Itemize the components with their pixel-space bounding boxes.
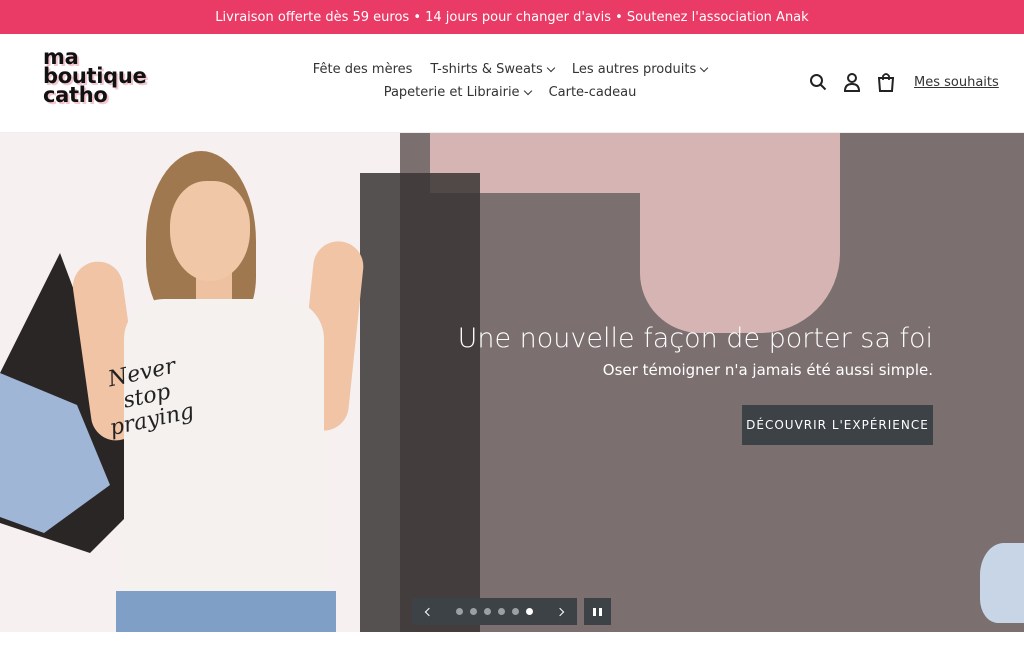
- announcement-bar: Livraison offerte dès 59 euros • 14 jour…: [0, 0, 1024, 34]
- nav-item-label: Papeterie et Librairie: [383, 85, 520, 100]
- announcement-text: Livraison offerte dès 59 euros • 14 jour…: [215, 9, 809, 25]
- slider-dot[interactable]: [498, 608, 505, 615]
- discover-button[interactable]: DÉCOUVRIR L'EXPÉRIENCE: [742, 405, 933, 445]
- nav-item-papeterie-librairie[interactable]: Papeterie et Librairie: [383, 85, 532, 100]
- model-jeans: [116, 591, 336, 632]
- slider-dots: [456, 608, 533, 615]
- main-nav: Fête des mères T-shirts & Sweats Les aut…: [300, 58, 720, 104]
- nav-row-1: Fête des mères T-shirts & Sweats Les aut…: [300, 58, 720, 81]
- chevron-left-icon[interactable]: [424, 607, 434, 617]
- chevron-down-icon: [699, 63, 709, 72]
- nav-item-carte-cadeau[interactable]: Carte-cadeau: [549, 85, 637, 100]
- model-tshirt: [124, 299, 324, 599]
- model-face: [170, 181, 250, 281]
- nav-item-fete-des-meres[interactable]: Fête des mères: [313, 62, 413, 77]
- slider-dot[interactable]: [512, 608, 519, 615]
- nav-row-2: Papeterie et Librairie Carte-cadeau: [300, 81, 720, 104]
- nav-item-tshirts-sweats[interactable]: T-shirts & Sweats: [430, 62, 556, 77]
- search-icon[interactable]: [808, 72, 828, 92]
- slider-dot[interactable]: [456, 608, 463, 615]
- logo-line-3: catho: [43, 83, 108, 107]
- hero-title: Une nouvelle façon de porter sa foi: [457, 323, 933, 354]
- slider-dot[interactable]: [484, 608, 491, 615]
- nav-item-label: Les autres produits: [571, 62, 697, 77]
- user-icon[interactable]: [842, 72, 862, 92]
- paint-shape-blue: [980, 543, 1024, 623]
- nav-item-label: Fête des mères: [312, 62, 413, 77]
- nav-item-autres-produits[interactable]: Les autres produits: [571, 62, 709, 77]
- slider-dot-active[interactable]: [526, 608, 533, 615]
- page-below-hero: [0, 632, 1024, 654]
- hero-subtitle: Oser témoigner n'a jamais été aussi simp…: [602, 361, 933, 379]
- wishlist-link[interactable]: Mes souhaits: [914, 75, 999, 90]
- nav-item-label: Carte-cadeau: [548, 85, 637, 100]
- shopping-bag-icon[interactable]: [876, 72, 896, 92]
- slider-controls: [412, 598, 577, 625]
- header-icons: Mes souhaits: [808, 72, 999, 92]
- hero-slideshow: Never stop praying Une nouvelle façon de…: [0, 133, 1024, 632]
- chevron-down-icon: [546, 63, 556, 72]
- nav-item-label: T-shirts & Sweats: [430, 62, 543, 77]
- pause-icon[interactable]: [584, 598, 611, 625]
- paint-stroke-pink: [640, 133, 840, 333]
- chevron-down-icon: [523, 86, 532, 95]
- slider-dot[interactable]: [470, 608, 477, 615]
- site-logo[interactable]: ma boutique catho: [43, 47, 153, 107]
- chevron-right-icon[interactable]: [555, 607, 565, 617]
- site-header: ma boutique catho Fête des mères T-shirt…: [0, 34, 1024, 133]
